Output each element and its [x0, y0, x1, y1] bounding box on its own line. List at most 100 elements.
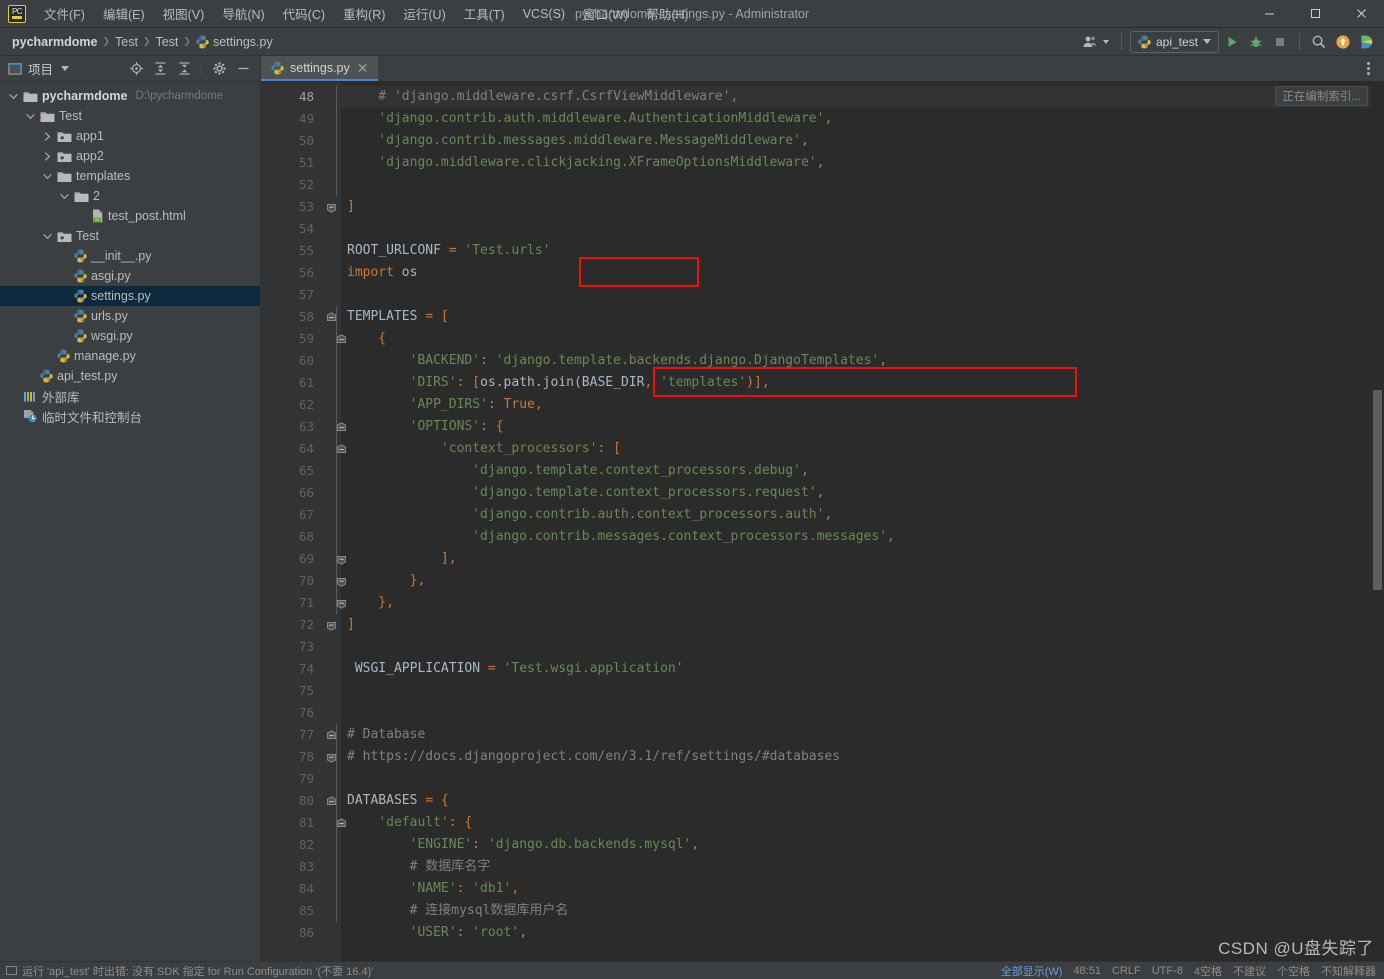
status-item-3[interactable]: UTF-8	[1152, 965, 1183, 977]
code-line[interactable]: },	[341, 570, 1384, 592]
code-line[interactable]: 'django.contrib.auth.middleware.Authenti…	[341, 108, 1384, 130]
chevron-right-icon[interactable]	[42, 131, 53, 142]
code-line[interactable]: 'django.contrib.auth.context_processors.…	[341, 504, 1384, 526]
menu-view[interactable]: 视图(V)	[154, 1, 214, 26]
tree-node-urls-py[interactable]: urls.py	[0, 306, 260, 326]
code-line[interactable]: 'BACKEND': 'django.template.backends.dja…	[341, 350, 1384, 372]
code-line[interactable]: ROOT_URLCONF = 'Test.urls'	[341, 240, 1384, 262]
code-line[interactable]: 'django.contrib.messages.middleware.Mess…	[341, 130, 1384, 152]
close-button[interactable]	[1338, 0, 1384, 28]
menu-edit[interactable]: 编辑(E)	[94, 1, 154, 26]
editor-vertical-scrollbar[interactable]	[1371, 82, 1384, 961]
fold-marker[interactable]	[323, 614, 341, 636]
tree-node-settings-py[interactable]: settings.py	[0, 286, 260, 306]
menu-refactor[interactable]: 重构(R)	[334, 1, 394, 26]
tree-node-init-py[interactable]: __init__.py	[0, 246, 260, 266]
code-line[interactable]: # Database	[341, 724, 1384, 746]
minimize-button[interactable]	[1246, 0, 1292, 28]
status-indicators[interactable]: 全部显示(W) 48:51 CRLF UTF-8 4空格 不建议 个空格 不知解释器	[1001, 963, 1384, 979]
chevron-down-icon[interactable]	[42, 231, 53, 242]
tree-node-pycharmdome[interactable]: pycharmdome D:\pycharmdome	[0, 86, 260, 106]
code-line[interactable]: 'ENGINE': 'django.db.backends.mysql',	[341, 834, 1384, 856]
tab-settings-py[interactable]: settings.py ✕	[261, 56, 378, 81]
menu-tools[interactable]: 工具(T)	[455, 1, 514, 26]
code-line[interactable]	[341, 636, 1384, 658]
menu-code[interactable]: 代码(C)	[274, 1, 334, 26]
tree-node-test-post-html[interactable]: Htest_post.html	[0, 206, 260, 226]
tree-node-2[interactable]: 2	[0, 186, 260, 206]
code-folding-column[interactable]	[323, 82, 346, 961]
fold-marker[interactable]	[323, 570, 346, 592]
status-item-5[interactable]: 不建议	[1233, 963, 1266, 979]
code-viewport[interactable]: 48 49 50 51 52 53 54 55 56 57 58 59 60 61 62 63 64 65 66 67…	[261, 82, 1384, 961]
tree-node-wsgi-py[interactable]: wsgi.py	[0, 326, 260, 346]
tree-node-[interactable]: 临时文件和控制台	[0, 406, 260, 426]
menu-file[interactable]: 文件(F)	[35, 1, 94, 26]
menu-vcs[interactable]: VCS(S)	[514, 4, 574, 24]
hide-panel-icon[interactable]	[232, 58, 254, 80]
maximize-button[interactable]	[1292, 0, 1338, 28]
tab-close-icon[interactable]: ✕	[356, 61, 370, 75]
project-tree[interactable]: pycharmdome D:\pycharmdome Test app1 app2 tem…	[0, 82, 260, 961]
tree-node-test[interactable]: Test	[0, 226, 260, 246]
chevron-right-icon[interactable]	[42, 151, 53, 162]
code-line[interactable]: 'OPTIONS': {	[341, 416, 1384, 438]
menu-window[interactable]: 窗口(W)	[574, 1, 637, 26]
tree-node-api-test-py[interactable]: api_test.py	[0, 366, 260, 386]
breadcrumb-item-0[interactable]: pycharmdome	[10, 34, 99, 50]
stop-button[interactable]	[1269, 31, 1291, 53]
search-icon[interactable]	[1308, 31, 1330, 53]
status-item-0[interactable]: 全部显示(W)	[1001, 963, 1063, 979]
status-item-1[interactable]: 48:51	[1073, 965, 1101, 977]
breadcrumb-item-1[interactable]: Test	[113, 34, 140, 50]
fold-marker[interactable]	[323, 746, 341, 768]
more-options-icon[interactable]	[1358, 59, 1378, 79]
breadcrumb-item-3[interactable]: settings.py	[194, 34, 275, 50]
code-line[interactable]: TEMPLATES = [	[341, 306, 1384, 328]
breadcrumb-item-2[interactable]: Test	[153, 34, 180, 50]
fold-marker[interactable]	[323, 416, 346, 438]
code-line[interactable]	[341, 218, 1384, 240]
fold-marker[interactable]	[323, 592, 346, 614]
code-line[interactable]: 'NAME': 'db1',	[341, 878, 1384, 900]
code-line[interactable]: 'django.middleware.clickjacking.XFrameOp…	[341, 152, 1384, 174]
code-line[interactable]: import os	[341, 262, 1384, 284]
expand-all-icon[interactable]	[149, 58, 171, 80]
code-line[interactable]: 'context_processors': [	[341, 438, 1384, 460]
fold-marker[interactable]	[323, 438, 346, 460]
fold-marker[interactable]	[323, 548, 346, 570]
tree-node-app2[interactable]: app2	[0, 146, 260, 166]
code-line[interactable]	[341, 768, 1384, 790]
tree-node-asgi-py[interactable]: asgi.py	[0, 266, 260, 286]
chevron-down-icon[interactable]	[8, 91, 19, 102]
tree-node-manage-py[interactable]: manage.py	[0, 346, 260, 366]
scrollbar-thumb[interactable]	[1373, 390, 1382, 590]
status-item-4[interactable]: 4空格	[1194, 963, 1222, 979]
code-line[interactable]: WSGI_APPLICATION = 'Test.wsgi.applicatio…	[341, 658, 1384, 680]
person-icon[interactable]	[1079, 31, 1101, 53]
chevron-down-icon[interactable]	[25, 111, 36, 122]
run-button[interactable]	[1221, 31, 1243, 53]
status-item-6[interactable]: 个空格	[1277, 963, 1310, 979]
collapse-all-icon[interactable]	[173, 58, 195, 80]
debug-button[interactable]	[1245, 31, 1267, 53]
tree-node-app1[interactable]: app1	[0, 126, 260, 146]
chevron-down-icon[interactable]	[59, 191, 70, 202]
menu-help[interactable]: 帮助(H)	[637, 1, 697, 26]
code-line[interactable]	[341, 284, 1384, 306]
tree-node-test[interactable]: Test	[0, 106, 260, 126]
fold-marker[interactable]	[323, 724, 341, 746]
next-action-icon[interactable]	[1356, 31, 1378, 53]
code-line[interactable]: ],	[341, 548, 1384, 570]
code-line[interactable]: 'django.contrib.messages.context_process…	[341, 526, 1384, 548]
person-dropdown-caret-icon[interactable]	[1102, 39, 1109, 44]
update-project-icon[interactable]	[1332, 31, 1354, 53]
code-line[interactable]	[341, 680, 1384, 702]
locate-icon[interactable]	[125, 58, 147, 80]
code-line[interactable]: ]	[341, 196, 1384, 218]
code-line[interactable]: {	[341, 328, 1384, 350]
code-line[interactable]	[341, 174, 1384, 196]
fold-marker[interactable]	[323, 812, 346, 834]
code-line[interactable]	[341, 702, 1384, 724]
chevron-down-icon[interactable]	[42, 171, 53, 182]
